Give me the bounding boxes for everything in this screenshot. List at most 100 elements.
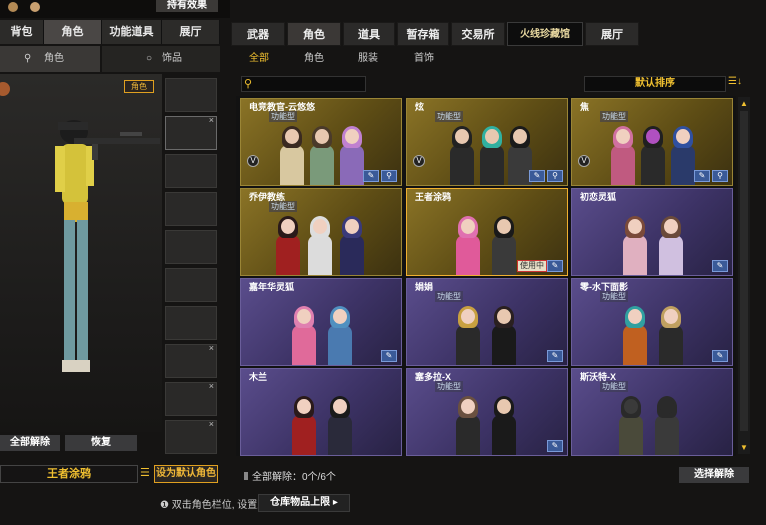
tab-showroom[interactable]: 展厅 xyxy=(162,20,220,44)
tab-bag[interactable]: 背包 xyxy=(0,20,44,44)
role-card[interactable]: 乔伊教练 功能型 xyxy=(240,188,402,276)
top-slot[interactable] xyxy=(165,192,217,226)
weapon-slot[interactable] xyxy=(165,78,217,112)
wrench-icon[interactable]: ✎ xyxy=(381,350,397,362)
wrench-icon[interactable]: ✎ xyxy=(363,170,379,182)
wrench-icon[interactable]: ✎ xyxy=(547,440,563,452)
subtab-accessory[interactable]: ○ 饰品 xyxy=(102,46,220,72)
scroll-down-icon[interactable]: ▼ xyxy=(740,443,748,452)
select-unequip-button[interactable]: 选择解除 xyxy=(679,467,749,483)
status-text: 全部解除：0个/6个 xyxy=(252,472,336,483)
scroll-up-icon[interactable]: ▲ xyxy=(740,99,748,108)
avatar-icon[interactable] xyxy=(30,2,40,12)
role-card[interactable]: 塞多拉-X 功能型 ✎ xyxy=(406,368,568,456)
filter-role[interactable]: 角色 xyxy=(304,50,324,68)
tab-role[interactable]: 角色 xyxy=(44,20,102,44)
restore-button[interactable]: 恢复 xyxy=(65,435,137,451)
character-figure xyxy=(307,216,333,275)
grid-scrollbar[interactable]: ▲ ▼ xyxy=(738,97,750,454)
filter-all[interactable]: 全部 xyxy=(249,50,269,68)
subtab-character[interactable]: ⚲ 角色 xyxy=(0,46,100,72)
role-card[interactable]: 初恋灵狐 ✎ xyxy=(571,188,733,276)
card-tag: 功能型 xyxy=(435,111,463,122)
wrench-icon[interactable]: ✎ xyxy=(547,350,563,362)
card-name: 嘉年华灵狐 xyxy=(249,282,295,292)
v-badge-icon: V xyxy=(413,155,425,167)
scroll-thumb[interactable] xyxy=(740,111,748,431)
equipment-slots: × × × × xyxy=(165,78,219,458)
person-icon: ⚲ xyxy=(24,53,32,64)
close-icon[interactable]: × xyxy=(209,419,214,429)
search-icon[interactable]: ⚲ xyxy=(381,170,397,182)
accessory-slot-3[interactable]: × xyxy=(165,419,217,454)
subtab-accessory-label: 饰品 xyxy=(162,53,182,64)
sort-order-icon[interactable]: ☰↓ xyxy=(728,76,742,87)
character-figure xyxy=(491,306,517,365)
menu-icon[interactable]: ☰ xyxy=(140,466,150,480)
character-figure xyxy=(327,306,353,365)
wrench-icon[interactable]: ✎ xyxy=(712,260,728,272)
avatar-icon[interactable] xyxy=(8,2,18,12)
gloves-slot[interactable] xyxy=(165,230,217,264)
character-figure xyxy=(309,126,335,185)
set-default-role-button[interactable]: 设为默认角色 xyxy=(154,465,218,483)
warehouse-limit-button[interactable]: 仓库物品上限 ▸ xyxy=(258,494,350,512)
accessory-slot-1[interactable]: × xyxy=(165,343,217,378)
search-icon[interactable]: ⚲ xyxy=(547,170,563,182)
tab-showroom-right[interactable]: 展厅 xyxy=(585,22,639,46)
tab-storage[interactable]: 暂存箱 xyxy=(397,22,449,46)
role-card[interactable]: 电竞教官-云悠悠 功能型 V ✎ ⚲ xyxy=(240,98,402,186)
card-name: 初恋灵狐 xyxy=(580,192,617,202)
card-tag: 功能型 xyxy=(600,111,628,122)
square-icon xyxy=(244,472,248,480)
pants-slot[interactable] xyxy=(165,306,217,340)
search-icon[interactable]: ⚲ xyxy=(712,170,728,182)
role-card[interactable]: 焦 功能型 V ✎ ⚲ xyxy=(571,98,733,186)
effect-button[interactable]: 持有效果 xyxy=(156,0,218,12)
wrench-icon[interactable]: ✎ xyxy=(694,170,710,182)
character-figure xyxy=(279,126,305,185)
role-card[interactable]: 木兰 xyxy=(240,368,402,456)
close-icon[interactable]: × xyxy=(209,381,214,391)
tab-weapons[interactable]: 武器 xyxy=(231,22,285,46)
head-slot[interactable]: × xyxy=(165,115,217,150)
character-figure xyxy=(449,126,475,185)
unequip-all-button[interactable]: 全部解除 xyxy=(0,435,60,451)
close-icon[interactable]: × xyxy=(209,115,214,125)
character-figure xyxy=(339,126,365,185)
tab-roles[interactable]: 角色 xyxy=(287,22,341,46)
role-card[interactable]: 斯沃特-X 功能型 xyxy=(571,368,733,456)
filter-clothing[interactable]: 服装 xyxy=(358,50,378,68)
character-figure xyxy=(455,396,481,455)
character-model xyxy=(55,120,160,372)
wrench-icon[interactable]: ✎ xyxy=(529,170,545,182)
filter-jewelry[interactable]: 首饰 xyxy=(414,50,434,68)
glasses-slot[interactable] xyxy=(165,154,217,188)
tip-text: ❶ 双击角色栏位, 设置主 xyxy=(160,496,267,511)
character-figure xyxy=(327,396,353,455)
role-card[interactable]: 娟娟 功能型 ✎ xyxy=(406,278,568,366)
warehouse-label: 仓库物品上限 xyxy=(270,497,331,508)
tab-items[interactable]: 道具 xyxy=(343,22,395,46)
tab-exchange[interactable]: 交易所 xyxy=(451,22,505,46)
wrench-icon[interactable]: ✎ xyxy=(547,260,563,272)
role-card[interactable]: 嘉年华灵狐 ✎ xyxy=(240,278,402,366)
role-badge[interactable]: 角色 xyxy=(124,80,154,93)
character-figure xyxy=(291,396,317,455)
wrench-icon[interactable]: ✎ xyxy=(712,350,728,362)
card-name: 木兰 xyxy=(249,372,268,382)
role-card[interactable]: 零-水下面影 功能型 ✎ xyxy=(571,278,733,366)
character-figure xyxy=(640,126,666,185)
character-preview[interactable]: 角色 xyxy=(0,74,162,432)
close-icon[interactable]: × xyxy=(209,343,214,353)
sort-dropdown[interactable]: 默认排序 xyxy=(584,76,726,92)
tab-collection[interactable]: 火线珍藏馆 xyxy=(507,22,583,46)
accessory-slot-2[interactable]: × xyxy=(165,381,217,416)
role-card[interactable]: 王者涂鸦 使用中 ✎ xyxy=(406,188,568,276)
character-figure xyxy=(622,216,648,275)
tab-function-items[interactable]: 功能道具 xyxy=(102,20,162,44)
character-figure xyxy=(491,396,517,455)
vest-slot[interactable] xyxy=(165,268,217,302)
search-input[interactable]: ⚲ xyxy=(241,76,366,92)
role-card[interactable]: 炫 功能型 V ✎ ⚲ xyxy=(406,98,568,186)
